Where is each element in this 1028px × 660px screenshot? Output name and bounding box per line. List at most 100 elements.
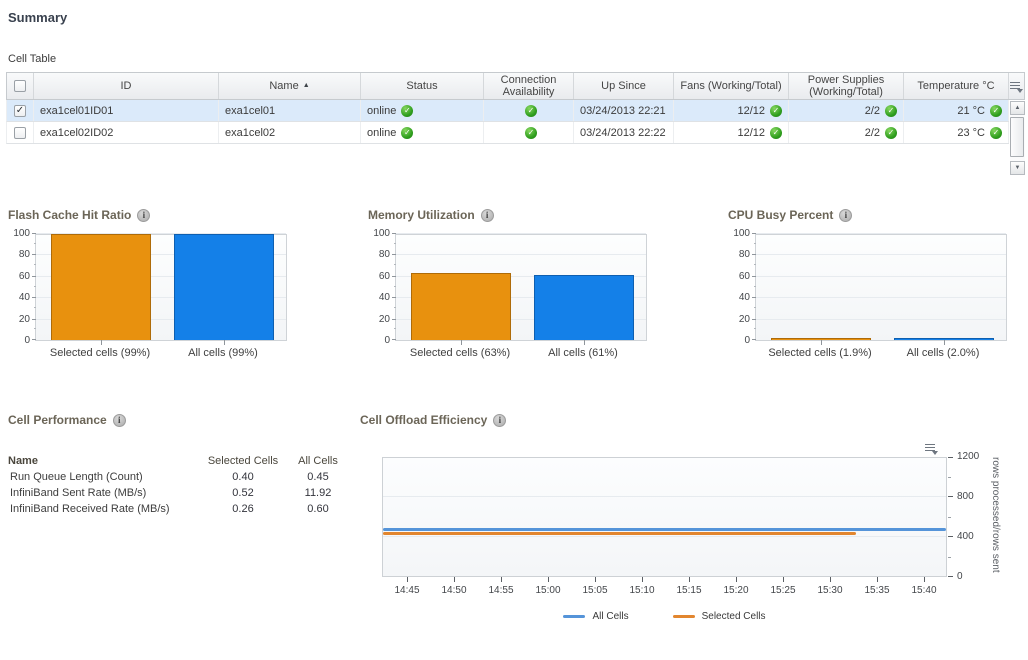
x-tick xyxy=(548,577,549,582)
sort-ascending-icon: ▲ xyxy=(303,80,310,92)
y-tick-label: 40 xyxy=(379,292,390,303)
x-tick xyxy=(944,340,945,345)
y-minor-tick xyxy=(34,307,36,308)
y-tick-label: 40 xyxy=(19,292,30,303)
cell-offload-title: Cell Offload Efficiency xyxy=(360,413,487,427)
perf-row: InfiniBand Received Rate (MB/s)0.260.60 xyxy=(8,501,353,517)
x-axis-label: 15:00 xyxy=(535,585,560,596)
y-minor-tick xyxy=(948,557,951,558)
table-row[interactable]: exa1cel02ID02exa1cel02online✓✓03/24/2013… xyxy=(6,122,1009,144)
chart-menu-icon[interactable] xyxy=(925,443,937,454)
power-supplies-value: 2/2 xyxy=(865,105,880,117)
table-cell: online✓ xyxy=(361,122,484,143)
column-header-status[interactable]: Status xyxy=(361,73,484,99)
info-icon[interactable]: i xyxy=(137,209,150,222)
perf-metric-name: InfiniBand Received Rate (MB/s) xyxy=(8,501,203,517)
x-tick xyxy=(584,340,585,345)
gridline xyxy=(756,297,1006,298)
scrollbar-thumb[interactable] xyxy=(1010,117,1024,157)
y-minor-tick xyxy=(394,307,396,308)
column-header-fans-working-total-[interactable]: Fans (Working/Total) xyxy=(674,73,789,99)
y-tick xyxy=(392,233,396,234)
chart-title: CPU Busy Percent xyxy=(728,208,833,222)
y-tick-label: 60 xyxy=(379,271,390,282)
perf-metric-value: 0.26 xyxy=(203,501,283,517)
column-header-name[interactable]: Name ▲ xyxy=(219,73,361,99)
fans-ok-icon: ✓ xyxy=(770,105,782,117)
table-cell: 21 °C✓ xyxy=(904,100,1009,121)
column-header-id[interactable]: ID xyxy=(34,73,219,99)
table-cell: 12/12✓ xyxy=(674,100,789,121)
table-cell: 2/2✓ xyxy=(789,100,904,121)
y-tick xyxy=(392,254,396,255)
perf-metric-value: 0.40 xyxy=(203,469,283,485)
x-axis-label: 15:10 xyxy=(629,585,654,596)
column-header-up-since[interactable]: Up Since xyxy=(574,73,674,99)
legend-item-all-cells: All Cells xyxy=(563,611,628,622)
cell-offload-chart: 04008001200 rows processed/rows sent 14:… xyxy=(360,443,1015,628)
y-tick xyxy=(752,339,756,340)
y-tick-label: 20 xyxy=(19,314,30,325)
x-axis-label: Selected cells (63%) xyxy=(410,347,510,359)
y-axis: 020406080100 xyxy=(728,234,755,341)
info-icon[interactable]: i xyxy=(493,414,506,427)
table-cell: 12/12✓ xyxy=(674,122,789,143)
x-tick xyxy=(736,577,737,582)
y-tick-label: 20 xyxy=(379,314,390,325)
column-header-label: Status xyxy=(406,80,437,92)
y-tick-label: 400 xyxy=(957,531,974,542)
perf-metric-value: 11.92 xyxy=(283,485,353,501)
x-tick xyxy=(689,577,690,582)
row-checkbox[interactable]: ✓ xyxy=(14,105,26,117)
column-header-label: Name xyxy=(269,80,298,92)
y-minor-tick xyxy=(34,328,36,329)
scroll-down-icon[interactable]: ▼ xyxy=(1010,161,1025,175)
perf-metric-value: 0.45 xyxy=(283,469,353,485)
power-supplies-value: 2/2 xyxy=(865,127,880,139)
y-minor-tick xyxy=(34,264,36,265)
y-tick-label: 20 xyxy=(739,314,750,325)
cell-performance-title: Cell Performance xyxy=(8,413,107,427)
y-minor-tick xyxy=(948,477,951,478)
info-icon[interactable]: i xyxy=(839,209,852,222)
perf-metric-value: 0.60 xyxy=(283,501,353,517)
row-checkbox[interactable] xyxy=(14,127,26,139)
y-tick-label: 0 xyxy=(744,335,750,346)
column-header-select[interactable] xyxy=(7,73,34,99)
column-header-label: Up Since xyxy=(601,80,646,92)
temperature-ok-icon: ✓ xyxy=(990,127,1002,139)
column-header-temperature-c[interactable]: Temperature °C xyxy=(904,73,1009,99)
y-axis: 020406080100 xyxy=(368,234,395,341)
vertical-scrollbar[interactable]: ▲ ▼ xyxy=(1010,101,1025,175)
y-minor-tick xyxy=(394,328,396,329)
bar-selected-cells xyxy=(51,234,151,340)
select-all-checkbox[interactable] xyxy=(14,80,26,92)
x-tick xyxy=(830,577,831,582)
column-header-connection-availability[interactable]: Connection Availability xyxy=(484,73,574,99)
table-cell: 23 °C✓ xyxy=(904,122,1009,143)
temperature-value: 21 °C xyxy=(957,105,985,117)
column-header-power-supplies-working-total-[interactable]: Power Supplies (Working/Total) xyxy=(789,73,904,99)
y-tick xyxy=(32,254,36,255)
column-header-label: ID xyxy=(121,80,132,92)
table-row[interactable]: ✓exa1cel01ID01exa1cel01online✓✓03/24/201… xyxy=(6,100,1009,122)
x-axis-label: 15:20 xyxy=(723,585,748,596)
y-tick xyxy=(752,233,756,234)
scroll-up-icon[interactable]: ▲ xyxy=(1010,101,1025,115)
bar-charts-row: Flash Cache Hit Ratioi020406080100Select… xyxy=(8,208,1022,361)
y-minor-tick xyxy=(754,243,756,244)
y-tick-label: 80 xyxy=(739,249,750,260)
x-axis-label: Selected cells (99%) xyxy=(50,347,150,359)
cell-table-label: Cell Table xyxy=(8,53,1022,65)
info-icon[interactable]: i xyxy=(481,209,494,222)
y-tick xyxy=(948,576,953,577)
info-icon[interactable]: i xyxy=(113,414,126,427)
table-cell: ✓ xyxy=(7,100,34,121)
x-tick xyxy=(642,577,643,582)
x-axis-label: 15:30 xyxy=(817,585,842,596)
x-axis-label: 14:50 xyxy=(441,585,466,596)
table-cell: 03/24/2013 22:22 xyxy=(574,122,674,143)
y-axis: 020406080100 xyxy=(8,234,35,341)
table-cell: online✓ xyxy=(361,100,484,121)
table-menu-icon[interactable] xyxy=(1010,81,1022,92)
